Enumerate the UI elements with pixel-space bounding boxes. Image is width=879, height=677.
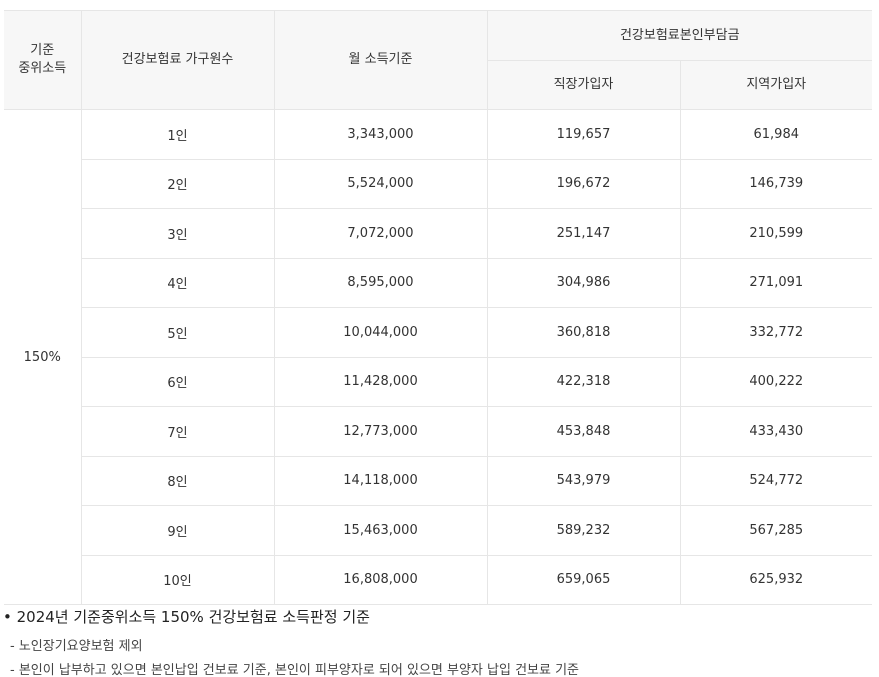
cell-household-size: 5인 — [80, 307, 275, 358]
table-row: 5인 10,044,000 360,818 332,772 — [4, 307, 873, 358]
header-median-income: 기준 중위소득 — [4, 10, 82, 110]
cell-household-size: 2인 — [80, 158, 275, 209]
header-regional: 지역가입자 — [679, 60, 873, 110]
table-row: 10인 16,808,000 659,065 625,932 — [4, 554, 873, 605]
cell-median-ratio: 150% — [4, 109, 82, 605]
table-row: 3인 7,072,000 251,147 210,599 — [4, 208, 873, 259]
cell-monthly-income: 8,595,000 — [273, 257, 488, 308]
cell-monthly-income: 5,524,000 — [273, 158, 488, 209]
cell-monthly-income: 15,463,000 — [273, 505, 488, 556]
cell-household-size: 3인 — [80, 208, 275, 259]
cell-employee-premium: 251,147 — [486, 208, 681, 259]
cell-regional-premium: 210,599 — [679, 208, 873, 259]
cell-regional-premium: 61,984 — [679, 109, 873, 160]
cell-employee-premium: 422,318 — [486, 356, 681, 407]
header-household-size: 건강보험료 가구원수 — [80, 10, 275, 110]
cell-household-size: 1인 — [80, 109, 275, 160]
header-employee: 직장가입자 — [486, 60, 681, 110]
table-row: 8인 14,118,000 543,979 524,772 — [4, 455, 873, 506]
cell-household-size: 6인 — [80, 356, 275, 407]
header-median-income-line2: 중위소득 — [18, 61, 67, 76]
cell-regional-premium: 433,430 — [679, 406, 873, 457]
cell-household-size: 9인 — [80, 505, 275, 556]
header-monthly-income: 월 소득기준 — [273, 10, 488, 110]
income-criteria-table: 기준 중위소득 건강보험료 가구원수 월 소득기준 건강보험료본인부담금 직장가… — [4, 10, 873, 605]
cell-employee-premium: 453,848 — [486, 406, 681, 457]
table-row: 9인 15,463,000 589,232 567,285 — [4, 505, 873, 556]
cell-monthly-income: 12,773,000 — [273, 406, 488, 457]
cell-monthly-income: 10,044,000 — [273, 307, 488, 358]
table-body: 150% 1인 3,343,000 119,657 61,984 2인 5,524,000 1… — [4, 109, 873, 605]
table-row: 150% 1인 3,343,000 119,657 61,984 — [4, 109, 873, 605]
note-sub-2: - 본인이 납부하고 있으면 본인납입 건보료 기준, 본인이 피부양자로 되어… — [10, 663, 579, 677]
cell-regional-premium: 400,222 — [679, 356, 873, 407]
cell-monthly-income: 11,428,000 — [273, 356, 488, 407]
cell-regional-premium: 146,739 — [679, 158, 873, 209]
cell-employee-premium: 659,065 — [486, 554, 681, 605]
table-row: 7인 12,773,000 453,848 433,430 — [4, 406, 873, 457]
cell-regional-premium: 567,285 — [679, 505, 873, 556]
cell-monthly-income: 16,808,000 — [273, 554, 488, 605]
cell-monthly-income: 14,118,000 — [273, 455, 488, 506]
note-main: • 2024년 기준중위소득 150% 건강보험료 소득판정 기준 — [3, 608, 370, 626]
table-row: 4인 8,595,000 304,986 271,091 — [4, 257, 873, 308]
cell-household-size: 10인 — [80, 554, 275, 605]
cell-monthly-income: 7,072,000 — [273, 208, 488, 259]
cell-regional-premium: 524,772 — [679, 455, 873, 506]
cell-employee-premium: 196,672 — [486, 158, 681, 209]
cell-household-size: 8인 — [80, 455, 275, 506]
table-row: 2인 5,524,000 196,672 146,739 — [4, 158, 873, 209]
note-sub-1: - 노인장기요양보험 제외 — [10, 639, 143, 654]
cell-employee-premium: 589,232 — [486, 505, 681, 556]
header-premium-group: 건강보험료본인부담금 — [486, 10, 873, 61]
cell-household-size: 4인 — [80, 257, 275, 308]
cell-employee-premium: 543,979 — [486, 455, 681, 506]
cell-regional-premium: 332,772 — [679, 307, 873, 358]
cell-employee-premium: 304,986 — [486, 257, 681, 308]
cell-household-size: 7인 — [80, 406, 275, 457]
header-median-income-line1: 기준 — [30, 43, 55, 58]
cell-employee-premium: 360,818 — [486, 307, 681, 358]
cell-regional-premium: 271,091 — [679, 257, 873, 308]
cell-employee-premium: 119,657 — [486, 109, 681, 160]
cell-monthly-income: 3,343,000 — [273, 109, 488, 160]
cell-regional-premium: 625,932 — [679, 554, 873, 605]
table-row: 6인 11,428,000 422,318 400,222 — [4, 356, 873, 407]
